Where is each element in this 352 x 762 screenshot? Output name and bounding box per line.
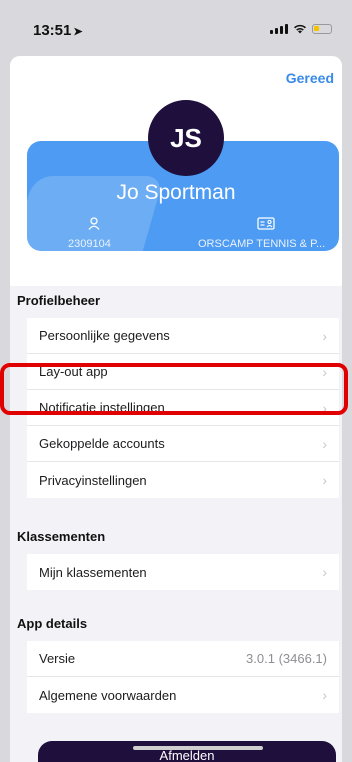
club-name: ORSCAMP TENNIS & P...	[198, 238, 326, 250]
profile-sheet: Gereed JS Jo Sportman 2309104 ORSCAMP TE…	[10, 56, 342, 762]
chevron-right-icon: ›	[322, 687, 327, 703]
battery-icon	[312, 24, 332, 34]
id-card-icon	[257, 217, 275, 233]
section-title-app-details: App details	[17, 616, 88, 631]
profile-management-group: Persoonlijke gegevens › Lay-out app › Noti…	[27, 318, 339, 498]
chevron-right-icon: ›	[322, 399, 327, 416]
section-title-rankings: Klassementen	[17, 529, 106, 544]
row-label: Privacyinstellingen	[39, 472, 147, 488]
row-my-rankings[interactable]: Mijn klassementen ›	[27, 554, 339, 590]
wifi-icon	[294, 24, 306, 34]
navigation-arrow-icon: ➤	[73, 26, 83, 38]
row-label: Persoonlijke gegevens	[39, 328, 170, 343]
status-time: 13:51 ➤	[33, 22, 83, 39]
row-version: Versie 3.0.1 (3466.1)	[27, 641, 339, 677]
row-label: Algemene voorwaarden	[39, 687, 177, 703]
home-indicator	[133, 746, 263, 750]
row-label: Lay-out app	[39, 364, 108, 379]
row-personal-details[interactable]: Persoonlijke gegevens ›	[27, 318, 339, 354]
chevron-right-icon: ›	[322, 435, 327, 452]
signal-icon	[270, 24, 288, 34]
status-icons	[270, 24, 332, 34]
profile-name: Jo Sportman	[116, 181, 236, 204]
status-bar: 13:51 ➤	[0, 0, 352, 56]
row-app-layout[interactable]: Lay-out app ›	[27, 354, 339, 390]
member-number: 2309104	[68, 238, 111, 250]
status-time-text: 13:51	[33, 22, 72, 39]
app-details-group: Versie 3.0.1 (3466.1) Algemene voorwaarde…	[27, 641, 339, 713]
chevron-right-icon: ›	[322, 564, 327, 580]
section-title-profile: Profielbeheer	[17, 293, 101, 308]
rankings-group: Mijn klassementen ›	[27, 554, 339, 590]
logout-button[interactable]: Afmelden	[38, 741, 336, 762]
row-notification-settings[interactable]: Notificatie instellingen ›	[27, 390, 339, 426]
row-label: Notificatie instellingen	[39, 400, 165, 415]
row-privacy-settings[interactable]: Privacyinstellingen ›	[27, 462, 339, 498]
row-label: Gekoppelde accounts	[39, 436, 165, 451]
version-value: 3.0.1 (3466.1)	[246, 651, 327, 666]
done-button[interactable]: Gereed	[286, 70, 334, 86]
chevron-right-icon: ›	[322, 472, 327, 488]
chevron-right-icon: ›	[322, 327, 327, 344]
row-label: Mijn klassementen	[39, 564, 147, 580]
chevron-right-icon: ›	[322, 363, 327, 380]
row-linked-accounts[interactable]: Gekoppelde accounts ›	[27, 426, 339, 462]
row-terms[interactable]: Algemene voorwaarden ›	[27, 677, 339, 713]
avatar: JS	[148, 100, 224, 176]
row-label: Versie	[39, 651, 76, 666]
person-icon	[88, 217, 100, 233]
